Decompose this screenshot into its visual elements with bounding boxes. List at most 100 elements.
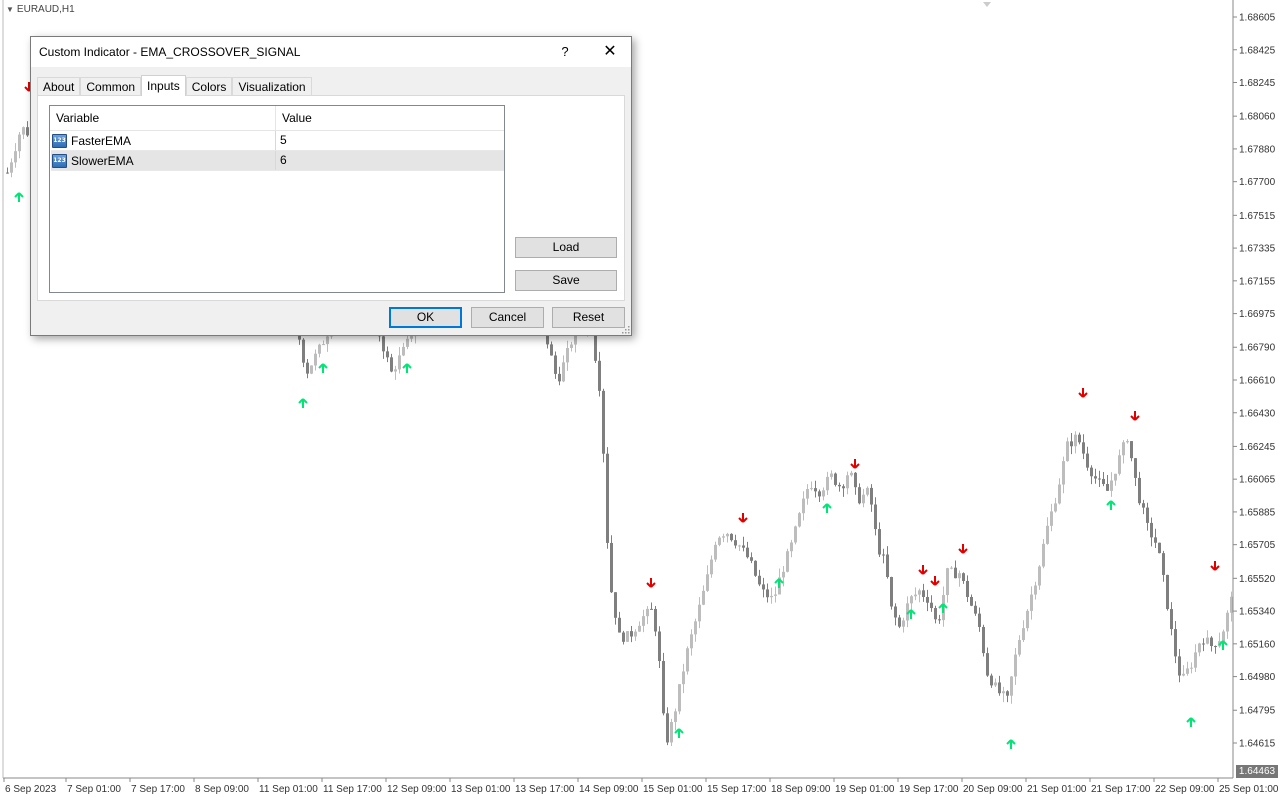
candle-body — [654, 608, 657, 632]
candle-body — [1074, 434, 1077, 447]
time-label: 11 Sep 01:00 — [259, 784, 318, 795]
dropdown-triangle-icon[interactable]: ▼ — [6, 5, 14, 14]
symbol-text: EURAUD,H1 — [16, 4, 75, 15]
sell-arrow-icon — [918, 565, 928, 575]
buy-arrow-icon — [1106, 500, 1116, 510]
candle-body — [994, 682, 997, 686]
candle-body — [1010, 676, 1013, 696]
candle-body — [382, 336, 385, 352]
candle-body — [770, 595, 773, 598]
candle-body — [1170, 609, 1173, 630]
candle-body — [1110, 480, 1113, 491]
integer-icon: 123 — [52, 153, 67, 168]
candle-body — [306, 362, 309, 374]
sell-arrow-icon — [1210, 561, 1220, 571]
candle-body — [1102, 478, 1105, 485]
candle-body — [878, 529, 881, 555]
tab-about[interactable]: About — [37, 77, 81, 96]
column-header-variable[interactable]: Variable — [50, 106, 276, 130]
candle-body — [726, 533, 729, 537]
tab-visualization[interactable]: Visualization — [232, 77, 312, 96]
buy-arrow-icon — [822, 503, 832, 513]
time-label: 22 Sep 09:00 — [1155, 784, 1215, 795]
value-cell[interactable]: 6 — [276, 151, 504, 170]
variable-cell[interactable]: 123 SlowerEMA — [51, 151, 276, 170]
tab-inputs[interactable]: Inputs — [141, 75, 186, 96]
candle-body — [846, 475, 849, 489]
resize-grip-icon[interactable] — [620, 324, 630, 334]
ok-button[interactable]: OK — [389, 307, 462, 328]
dialog-title: Custom Indicator - EMA_CROSSOVER_SIGNAL — [39, 45, 301, 59]
time-label: 14 Sep 09:00 — [579, 784, 639, 795]
time-label: 6 Sep 2023 — [5, 784, 57, 795]
candle-body — [1026, 610, 1029, 629]
candle-body — [666, 713, 669, 743]
candle-body — [610, 542, 613, 593]
value-cell[interactable]: 5 — [276, 131, 504, 150]
sell-arrow-icon — [930, 576, 940, 586]
candle-body — [874, 504, 877, 530]
sell-arrow-icon — [1078, 388, 1088, 398]
buy-arrow-icon — [674, 728, 684, 738]
candle-body — [14, 151, 17, 163]
candle-body — [6, 172, 9, 174]
candle-body — [766, 589, 769, 598]
candle-body — [1154, 537, 1157, 543]
cancel-button[interactable]: Cancel — [471, 307, 544, 328]
candle-body — [642, 616, 645, 626]
inputs-grid[interactable]: Variable Value 123 FasterEMA 5 123 Slowe… — [49, 105, 505, 293]
candle-body — [898, 617, 901, 627]
inputs-tab-panel: Variable Value 123 FasterEMA 5 123 Slowe… — [37, 95, 625, 301]
price-label: 1.67515 — [1239, 211, 1276, 222]
price-label: 1.68605 — [1239, 13, 1276, 24]
candle-body — [1190, 667, 1193, 669]
candle-body — [394, 369, 397, 372]
candle-body — [1210, 637, 1213, 647]
help-button[interactable]: ? — [551, 37, 579, 67]
candle-body — [1194, 652, 1197, 668]
candle-body — [318, 344, 321, 354]
table-row[interactable]: 123 SlowerEMA 6 — [51, 151, 504, 171]
load-button[interactable]: Load — [515, 237, 617, 258]
close-button[interactable]: ✕ — [589, 37, 631, 67]
price-label: 1.67155 — [1239, 276, 1276, 287]
candle-body — [674, 711, 677, 723]
candle-body — [722, 536, 725, 538]
tab-common[interactable]: Common — [80, 77, 142, 96]
candle-body — [886, 554, 889, 578]
time-label: 15 Sep 01:00 — [643, 784, 703, 795]
candle-body — [1058, 484, 1061, 504]
candle-body — [758, 575, 761, 585]
reset-button[interactable]: Reset — [552, 307, 625, 328]
candle-body — [554, 355, 557, 374]
table-row[interactable]: 123 FasterEMA 5 — [51, 131, 504, 151]
price-label: 1.66430 — [1239, 408, 1276, 419]
candle-body — [862, 494, 865, 504]
price-axis: 1.68605 1.68425 1.68245 1.68060 1.67880 1.677… — [1233, 13, 1276, 750]
dialog-titlebar[interactable]: Custom Indicator - EMA_CROSSOVER_SIGNAL … — [31, 37, 631, 67]
candle-body — [794, 526, 797, 543]
price-label: 1.66245 — [1239, 442, 1276, 453]
candle-body — [990, 675, 993, 686]
candle-body — [566, 348, 569, 363]
candle-body — [398, 355, 401, 370]
time-label: 12 Sep 09:00 — [387, 784, 447, 795]
candle-body — [926, 596, 929, 603]
candle-body — [922, 590, 925, 597]
tab-colors[interactable]: Colors — [185, 77, 233, 96]
variable-cell[interactable]: 123 FasterEMA — [51, 131, 276, 150]
integer-icon: 123 — [52, 133, 67, 148]
time-label: 15 Sep 17:00 — [707, 784, 767, 795]
candle-body — [950, 567, 953, 569]
candle-body — [1166, 574, 1169, 610]
save-button[interactable]: Save — [515, 270, 617, 291]
candle-body — [806, 489, 809, 499]
candle-body — [786, 551, 789, 572]
column-header-value[interactable]: Value — [276, 106, 504, 130]
candle-body — [302, 339, 305, 363]
candle-body — [890, 577, 893, 607]
candle-body — [1034, 585, 1037, 595]
candle-body — [598, 360, 601, 391]
candle-body — [830, 473, 833, 477]
candle-body — [1146, 507, 1149, 523]
